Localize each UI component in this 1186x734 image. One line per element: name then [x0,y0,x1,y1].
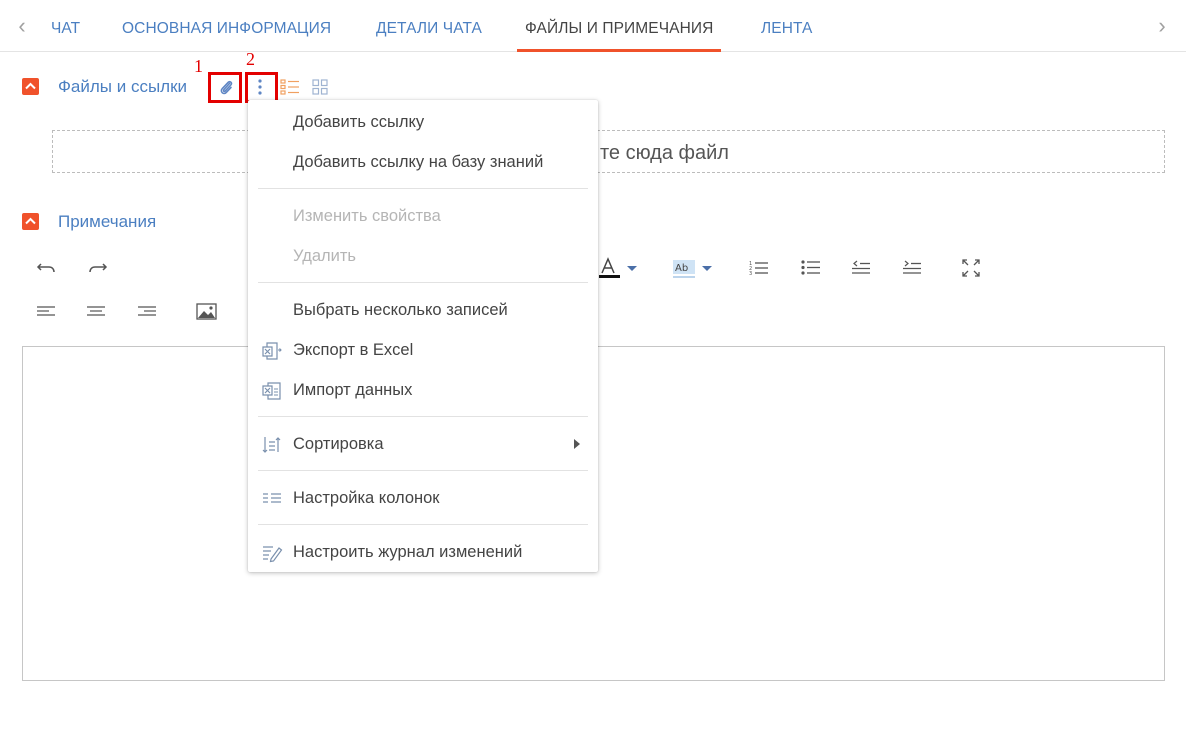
svg-text:Ab: Ab [675,263,688,274]
menu-item-add-knowledge-link[interactable]: Добавить ссылку на базу знаний [248,144,598,180]
menu-item-sort[interactable]: Сортировка [248,426,598,462]
outdent-button[interactable] [848,255,874,281]
vertical-dots-icon [258,79,262,95]
numbered-list-icon: 1 2 3 [749,261,768,277]
align-left-icon [37,306,55,316]
insert-image-button[interactable] [194,299,220,325]
sort-icon [262,437,281,453]
highlight-color-icon: Ab [673,260,712,278]
undo-icon [36,263,55,273]
tile-view-icon [312,79,328,95]
tile-view-button[interactable] [312,79,328,100]
numbered-list-button[interactable]: 1 2 3 [746,255,772,281]
expand-icon [962,259,980,277]
actions-dropdown-menu: Добавить ссылку Добавить ссылку на базу … [248,100,598,572]
tab-chat-details[interactable]: ДЕТАЛИ ЧАТА [376,0,482,52]
more-actions-button[interactable] [253,77,267,97]
menu-item-select-multiple[interactable]: Выбрать несколько записей [248,292,598,328]
list-view-icon [280,79,299,95]
menu-item-column-settings[interactable]: Настройка колонок [248,480,598,516]
menu-item-delete: Удалить [248,238,598,274]
notes-section-collapse-toggle[interactable] [22,213,39,230]
redo-icon [89,263,108,273]
callout-number-1: 1 [194,56,203,76]
align-right-button[interactable] [135,299,161,325]
align-left-button[interactable] [34,299,60,325]
font-color-button[interactable] [596,255,642,281]
files-section-title: Файлы и ссылки [58,77,188,96]
tabs-scroll-right-icon[interactable]: › [1152,14,1172,38]
paperclip-icon [220,80,233,95]
menu-item-label: Импорт данных [293,381,413,399]
menu-item-label: Настройка колонок [293,489,440,507]
menu-separator [258,282,588,283]
menu-item-label: Добавить ссылку на базу знаний [293,153,544,171]
menu-item-edit-properties: Изменить свойства [248,198,598,234]
menu-item-export-excel[interactable]: Экспорт в Excel [248,332,598,368]
submenu-arrow-icon [574,439,580,449]
redo-button[interactable] [84,255,110,281]
font-color-icon [599,257,637,278]
menu-item-label: Настроить журнал изменений [293,543,523,561]
menu-item-import-data[interactable]: Импорт данных [248,372,598,408]
align-right-icon [138,306,156,316]
fullscreen-button[interactable] [958,255,984,281]
chevron-up-icon [25,217,36,225]
attach-file-button[interactable] [218,77,234,102]
drop-zone-text: те сюда файл [600,142,729,164]
menu-item-label: Изменить свойства [293,207,441,225]
svg-text:3: 3 [749,271,752,277]
menu-item-label: Удалить [293,247,356,265]
menu-item-add-link[interactable]: Добавить ссылку [248,104,598,140]
excel-export-icon [262,342,282,360]
outdent-icon [852,260,870,274]
align-center-icon [87,306,105,316]
excel-import-icon [262,382,281,400]
columns-icon [263,493,281,503]
tab-feed[interactable]: ЛЕНТА [761,0,813,52]
menu-separator [258,188,588,189]
tab-files-notes[interactable]: ФАЙЛЫ И ПРИМЕЧАНИЯ [516,0,722,52]
tab-bar: ‹ ЧАТ ОСНОВНАЯ ИНФОРМАЦИЯ ДЕТАЛИ ЧАТА ФА… [0,0,1186,52]
list-view-button[interactable] [280,79,300,100]
tab-chat[interactable]: ЧАТ [51,0,80,52]
menu-item-label: Добавить ссылку [293,113,425,131]
tabs-scroll-left-icon[interactable]: ‹ [12,14,32,38]
tab-main-info[interactable]: ОСНОВНАЯ ИНФОРМАЦИЯ [122,0,331,52]
image-icon [196,303,217,320]
menu-separator [258,470,588,471]
undo-button[interactable] [34,255,60,281]
chevron-up-icon [25,82,36,90]
align-center-button[interactable] [84,299,110,325]
indent-button[interactable] [899,255,925,281]
files-section-collapse-toggle[interactable] [22,78,39,95]
indent-icon [903,260,921,274]
menu-separator [258,524,588,525]
menu-item-label: Сортировка [293,435,384,453]
highlight-color-button[interactable]: Ab [671,255,717,281]
menu-item-label: Выбрать несколько записей [293,301,508,319]
bullet-list-icon [801,260,820,275]
menu-item-change-log[interactable]: Настроить журнал изменений [248,534,598,570]
change-log-icon [263,546,283,563]
menu-separator [258,416,588,417]
notes-section-title: Примечания [58,212,157,231]
bullet-list-button[interactable] [798,255,824,281]
menu-item-label: Экспорт в Excel [293,341,414,359]
callout-number-2: 2 [246,49,255,69]
